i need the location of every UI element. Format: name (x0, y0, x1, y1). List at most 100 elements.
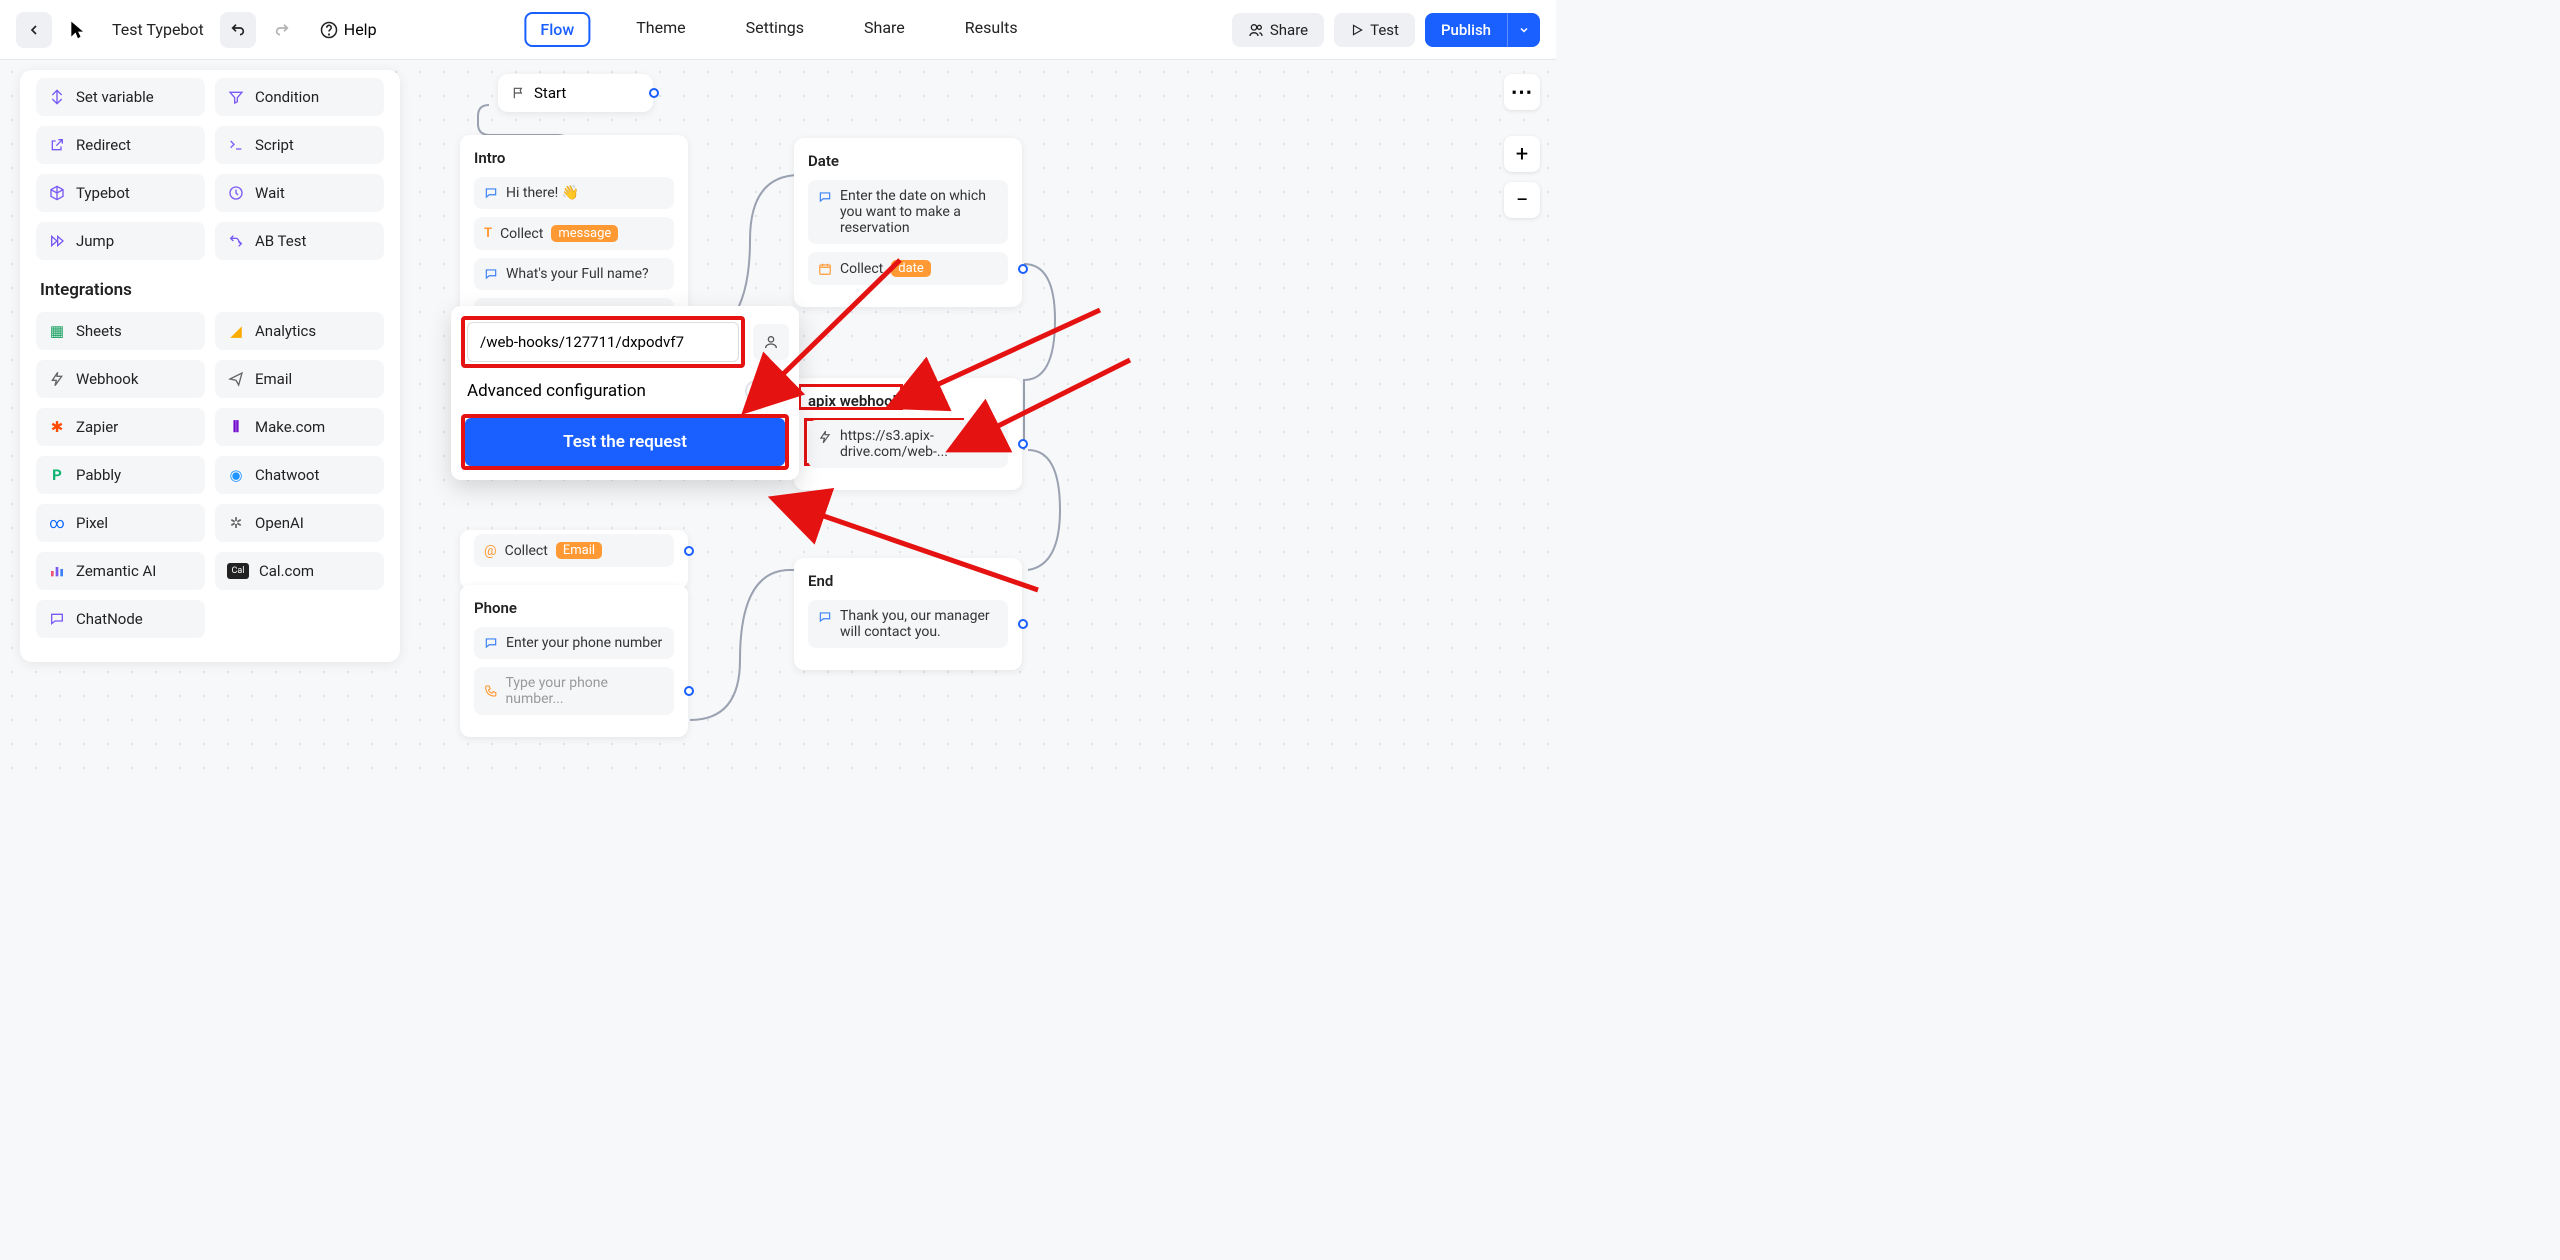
chevron-down-icon (1518, 24, 1530, 36)
step-end-msg[interactable]: Thank you, our manager will contact you. (808, 600, 1008, 648)
collect-email-prefix: Collect (505, 543, 548, 559)
canvas-controls: ⋯ + − (1504, 74, 1540, 218)
group-title-end: End (808, 572, 1008, 590)
group-phone[interactable]: Phone Enter your phone number Type your … (460, 585, 688, 737)
step-collect-message[interactable]: T Collect message (474, 217, 674, 250)
block-redirect[interactable]: Redirect (36, 126, 205, 164)
chat-node-icon (48, 610, 66, 628)
highlight-test-button: Test the request (461, 414, 789, 470)
back-button[interactable] (16, 12, 52, 48)
test-request-button[interactable]: Test the request (465, 418, 785, 466)
help-button[interactable]: Help (308, 14, 389, 45)
block-email[interactable]: Email (215, 360, 384, 398)
block-analytics[interactable]: ◢Analytics (215, 312, 384, 350)
topbar-left: Test Typebot Help (16, 12, 389, 48)
block-zemantic[interactable]: Zemantic AI (36, 552, 205, 590)
start-node[interactable]: Start (498, 74, 653, 112)
variable-picker-button[interactable] (753, 324, 789, 360)
block-condition[interactable]: Condition (215, 78, 384, 116)
lightning-icon (818, 430, 832, 444)
block-chatwoot[interactable]: ◉Chatwoot (215, 456, 384, 494)
zoom-in-button[interactable]: + (1504, 136, 1540, 172)
block-chatnode[interactable]: ChatNode (36, 600, 205, 638)
phone-icon (484, 684, 498, 698)
share-button[interactable]: Share (1232, 13, 1324, 47)
filter-icon (227, 88, 245, 106)
redo-icon (274, 22, 290, 38)
tab-results[interactable]: Results (951, 12, 1032, 47)
text-icon: T (484, 226, 492, 241)
block-zapier[interactable]: ✱Zapier (36, 408, 205, 446)
step-phone-input[interactable]: Type your phone number... (474, 667, 674, 715)
advanced-config-row[interactable]: Advanced configuration (461, 368, 789, 410)
variable-icon (48, 88, 66, 106)
group-title-date: Date (808, 152, 1008, 170)
user-icon (763, 334, 779, 350)
block-webhook[interactable]: Webhook (36, 360, 205, 398)
test-button[interactable]: Test (1334, 13, 1415, 47)
step-fullname-text: What's your Full name? (506, 266, 649, 282)
block-pixel[interactable]: ∞Pixel (36, 504, 205, 542)
webhook-url-input[interactable] (467, 322, 739, 362)
step-date-prompt[interactable]: Enter the date on which you want to make… (808, 180, 1008, 244)
step-fullname[interactable]: What's your Full name? (474, 258, 674, 290)
section-integrations: Integrations (40, 280, 384, 300)
block-set-variable[interactable]: Set variable (36, 78, 205, 116)
play-icon (1350, 23, 1364, 37)
block-ab-test[interactable]: AB Test (215, 222, 384, 260)
publish-button[interactable]: Publish (1425, 13, 1507, 47)
group-intro-email[interactable]: @ Collect Email (460, 530, 688, 589)
port[interactable] (1018, 619, 1028, 629)
external-link-icon (48, 136, 66, 154)
block-pabbly[interactable]: PPabbly (36, 456, 205, 494)
chat-icon (818, 190, 832, 204)
calendar-icon (818, 262, 832, 276)
canvas-menu-button[interactable]: ⋯ (1504, 74, 1540, 110)
undo-button[interactable] (220, 12, 256, 48)
port[interactable] (649, 88, 659, 98)
port[interactable] (1018, 264, 1028, 274)
cursor-tool[interactable] (60, 12, 96, 48)
block-openai[interactable]: ✲OpenAI (215, 504, 384, 542)
step-phone-text: Enter your phone number (506, 635, 662, 651)
collect-msg-tag: message (551, 225, 618, 242)
tab-theme[interactable]: Theme (622, 12, 699, 47)
step-phone-prompt[interactable]: Enter your phone number (474, 627, 674, 659)
help-icon (320, 21, 338, 39)
step-hi[interactable]: Hi there! 👋 (474, 177, 674, 209)
block-make[interactable]: ⫴Make.com (215, 408, 384, 446)
advanced-config-label: Advanced configuration (467, 381, 646, 401)
topbar-nav: Flow Theme Settings Share Results (524, 12, 1031, 47)
publish-dropdown[interactable] (1507, 13, 1540, 47)
step-end-text: Thank you, our manager will contact you. (840, 608, 998, 640)
share-label: Share (1270, 21, 1308, 39)
analytics-icon: ◢ (227, 322, 245, 340)
port[interactable] (1018, 439, 1028, 449)
topbar: Test Typebot Help Flow Theme Settings Sh… (0, 0, 1556, 60)
lightning-icon (48, 370, 66, 388)
block-jump[interactable]: Jump (36, 222, 205, 260)
group-date[interactable]: Date Enter the date on which you want to… (794, 138, 1022, 307)
block-script[interactable]: Script (215, 126, 384, 164)
step-webhook-url[interactable]: https://s3.apix-drive.com/web-... (808, 420, 1008, 468)
port[interactable] (684, 546, 694, 556)
port[interactable] (684, 686, 694, 696)
block-wait[interactable]: Wait (215, 174, 384, 212)
block-sheets[interactable]: ▦Sheets (36, 312, 205, 350)
step-collect-date[interactable]: Collect date (808, 252, 1008, 285)
sheets-icon: ▦ (48, 322, 66, 340)
advanced-config-toggle[interactable] (745, 380, 783, 402)
block-typebot[interactable]: Typebot (36, 174, 205, 212)
tab-share-nav[interactable]: Share (850, 12, 919, 47)
block-cal[interactable]: CalCal.com (215, 552, 384, 590)
group-end[interactable]: End Thank you, our manager will contact … (794, 558, 1022, 670)
zoom-out-button[interactable]: − (1504, 182, 1540, 218)
group-webhook[interactable]: apix webhook https://s3.apix-drive.com/w… (794, 378, 1022, 490)
tab-settings[interactable]: Settings (732, 12, 818, 47)
step-collect-email[interactable]: @ Collect Email (474, 534, 674, 567)
bar-chart-icon (48, 562, 66, 580)
tab-flow[interactable]: Flow (524, 12, 590, 47)
typebot-title[interactable]: Test Typebot (112, 20, 204, 39)
redo-button[interactable] (264, 12, 300, 48)
cal-icon: Cal (227, 563, 249, 579)
